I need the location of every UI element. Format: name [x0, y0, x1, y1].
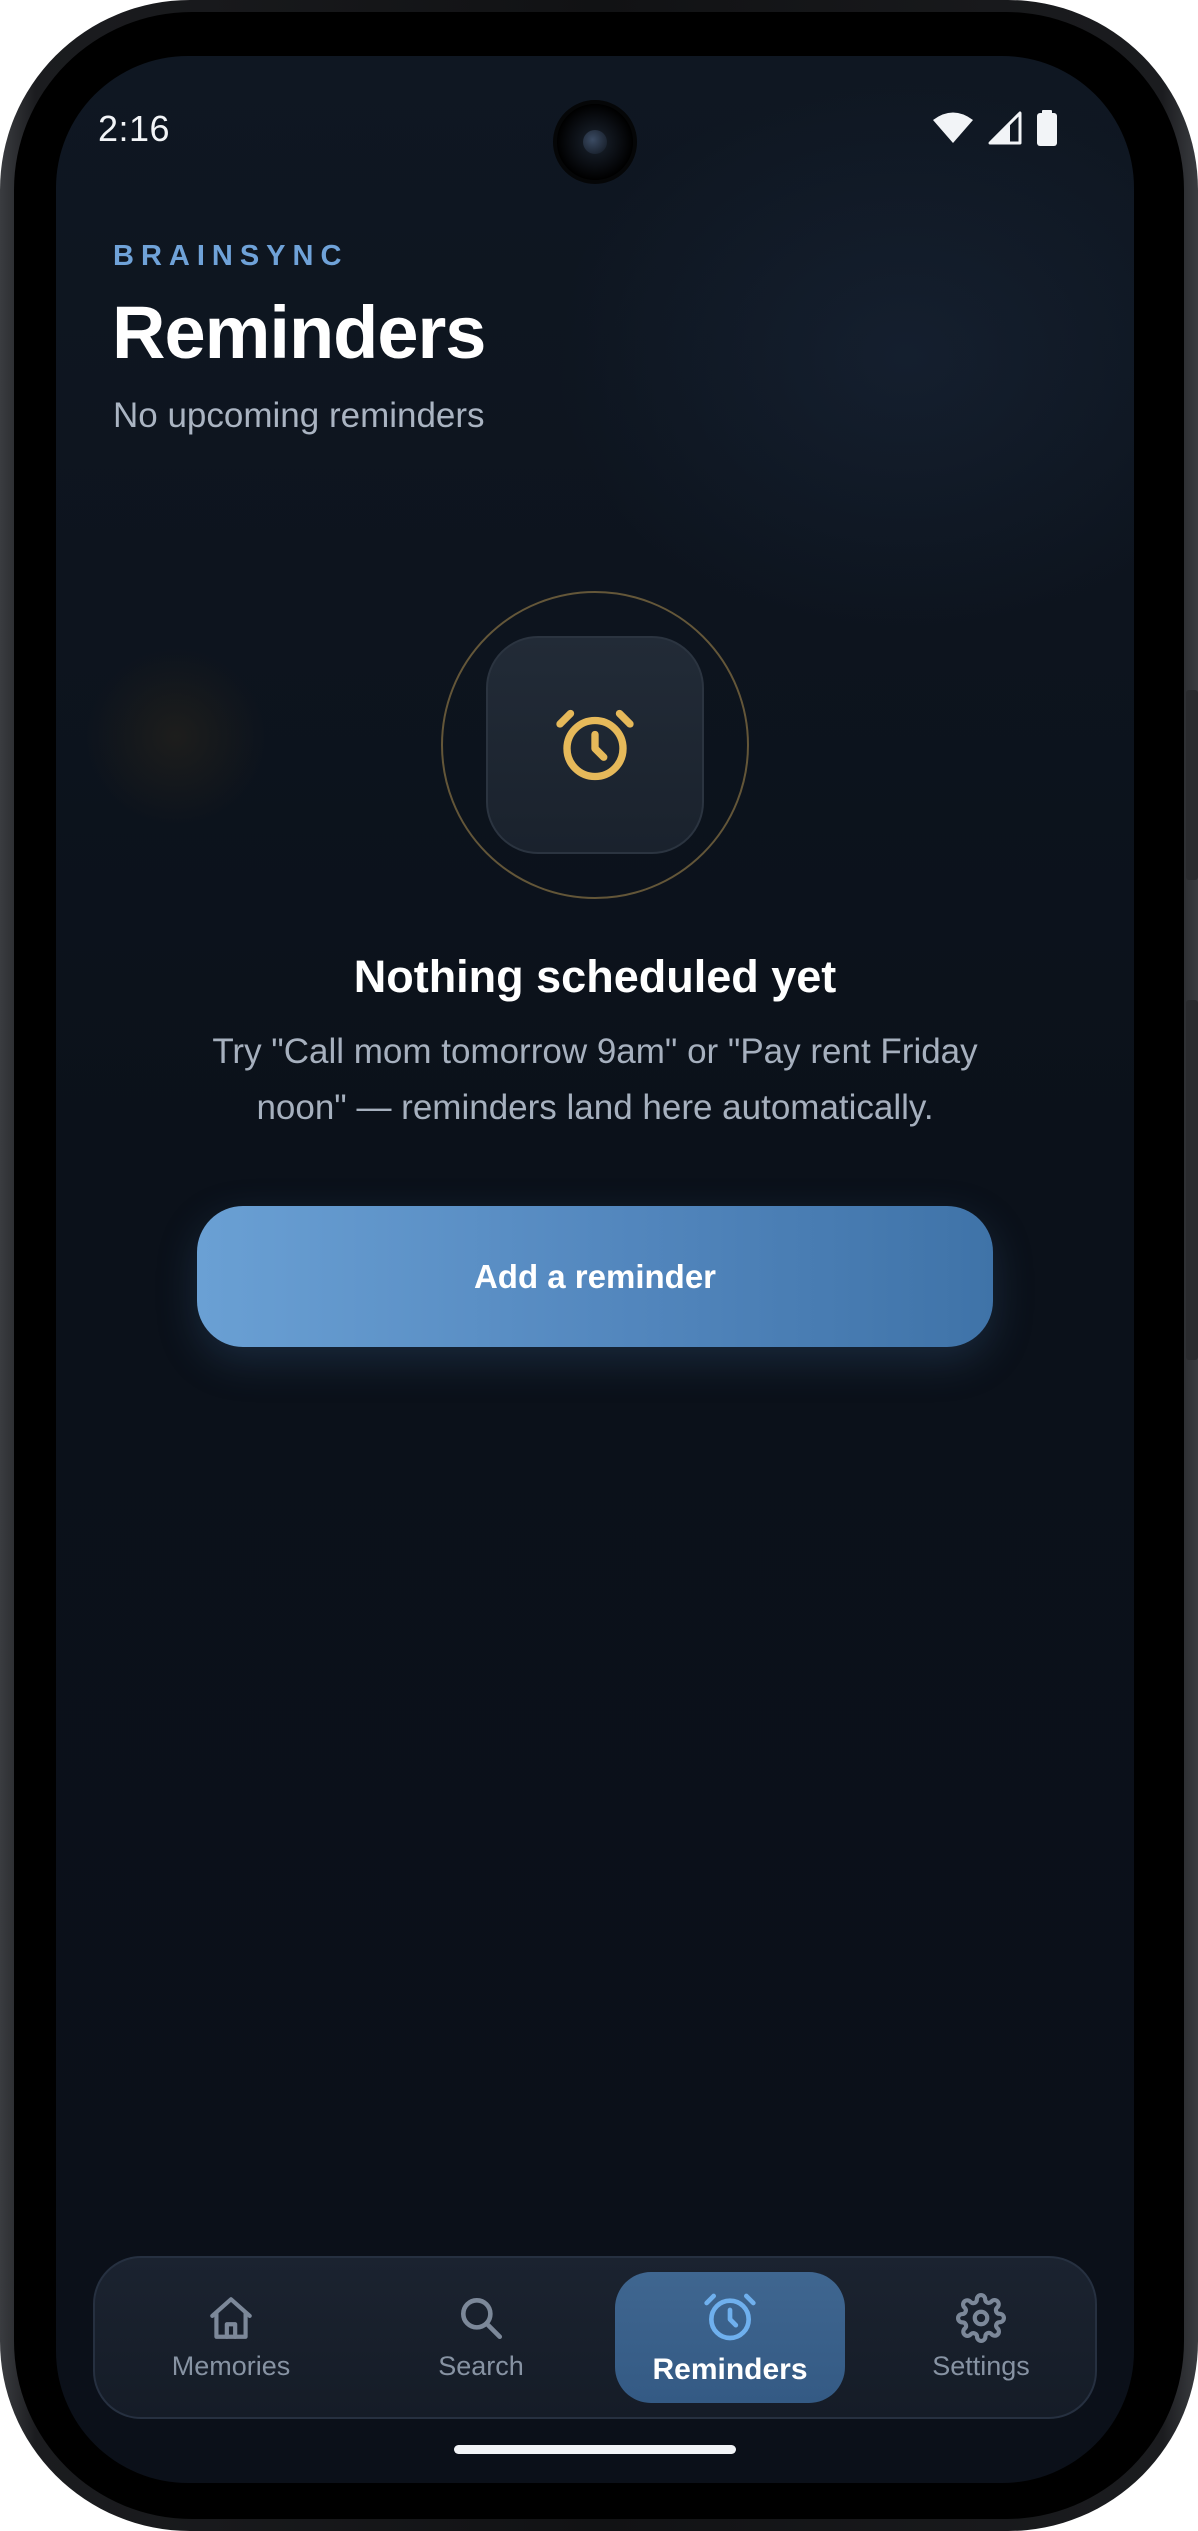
nav-item-memories[interactable]: Memories: [116, 2272, 346, 2403]
power-button: [1186, 690, 1198, 880]
status-time: 2:16: [98, 108, 171, 149]
bottom-navigation: Memories Search Reminders Settings: [93, 2256, 1097, 2419]
empty-state-icon-tile: [486, 636, 704, 854]
nav-item-search[interactable]: Search: [366, 2272, 596, 2403]
volume-button: [1186, 1000, 1198, 1360]
empty-state-description: Try "Call mom tomorrow 9am" or "Pay rent…: [212, 1032, 978, 1127]
status-icons: [932, 110, 1058, 146]
nav-label-reminders: Reminders: [652, 2352, 808, 2386]
wifi-icon: [933, 112, 973, 143]
cellular-signal-icon: [988, 111, 1022, 145]
gear-icon: [956, 2293, 1006, 2343]
nav-item-settings[interactable]: Settings: [866, 2272, 1096, 2403]
brand-label: BRAINSYNC: [113, 240, 349, 272]
search-icon: [461, 2298, 503, 2340]
phone-frame: 2:16 BRAINSYNC Reminders No upcoming rem…: [0, 0, 1198, 2531]
home-icon: [210, 2297, 252, 2339]
alarm-clock-icon: [704, 2293, 756, 2340]
nav-label-search: Search: [438, 2351, 524, 2381]
screen: 2:16 BRAINSYNC Reminders No upcoming rem…: [56, 56, 1134, 2483]
battery-icon: [1037, 110, 1057, 146]
page-subtitle: No upcoming reminders: [113, 396, 485, 435]
background-glow: [86, 646, 266, 826]
empty-state-title: Nothing scheduled yet: [353, 951, 837, 1002]
alarm-clock-icon: [556, 709, 634, 781]
nav-label-memories: Memories: [171, 2351, 291, 2381]
home-indicator[interactable]: [454, 2445, 736, 2454]
add-reminder-button[interactable]: Add a reminder: [197, 1206, 993, 1347]
nav-item-reminders[interactable]: Reminders: [615, 2272, 845, 2403]
front-camera: [553, 100, 637, 184]
page-title: Reminders: [112, 291, 486, 374]
nav-label-settings: Settings: [932, 2351, 1030, 2381]
